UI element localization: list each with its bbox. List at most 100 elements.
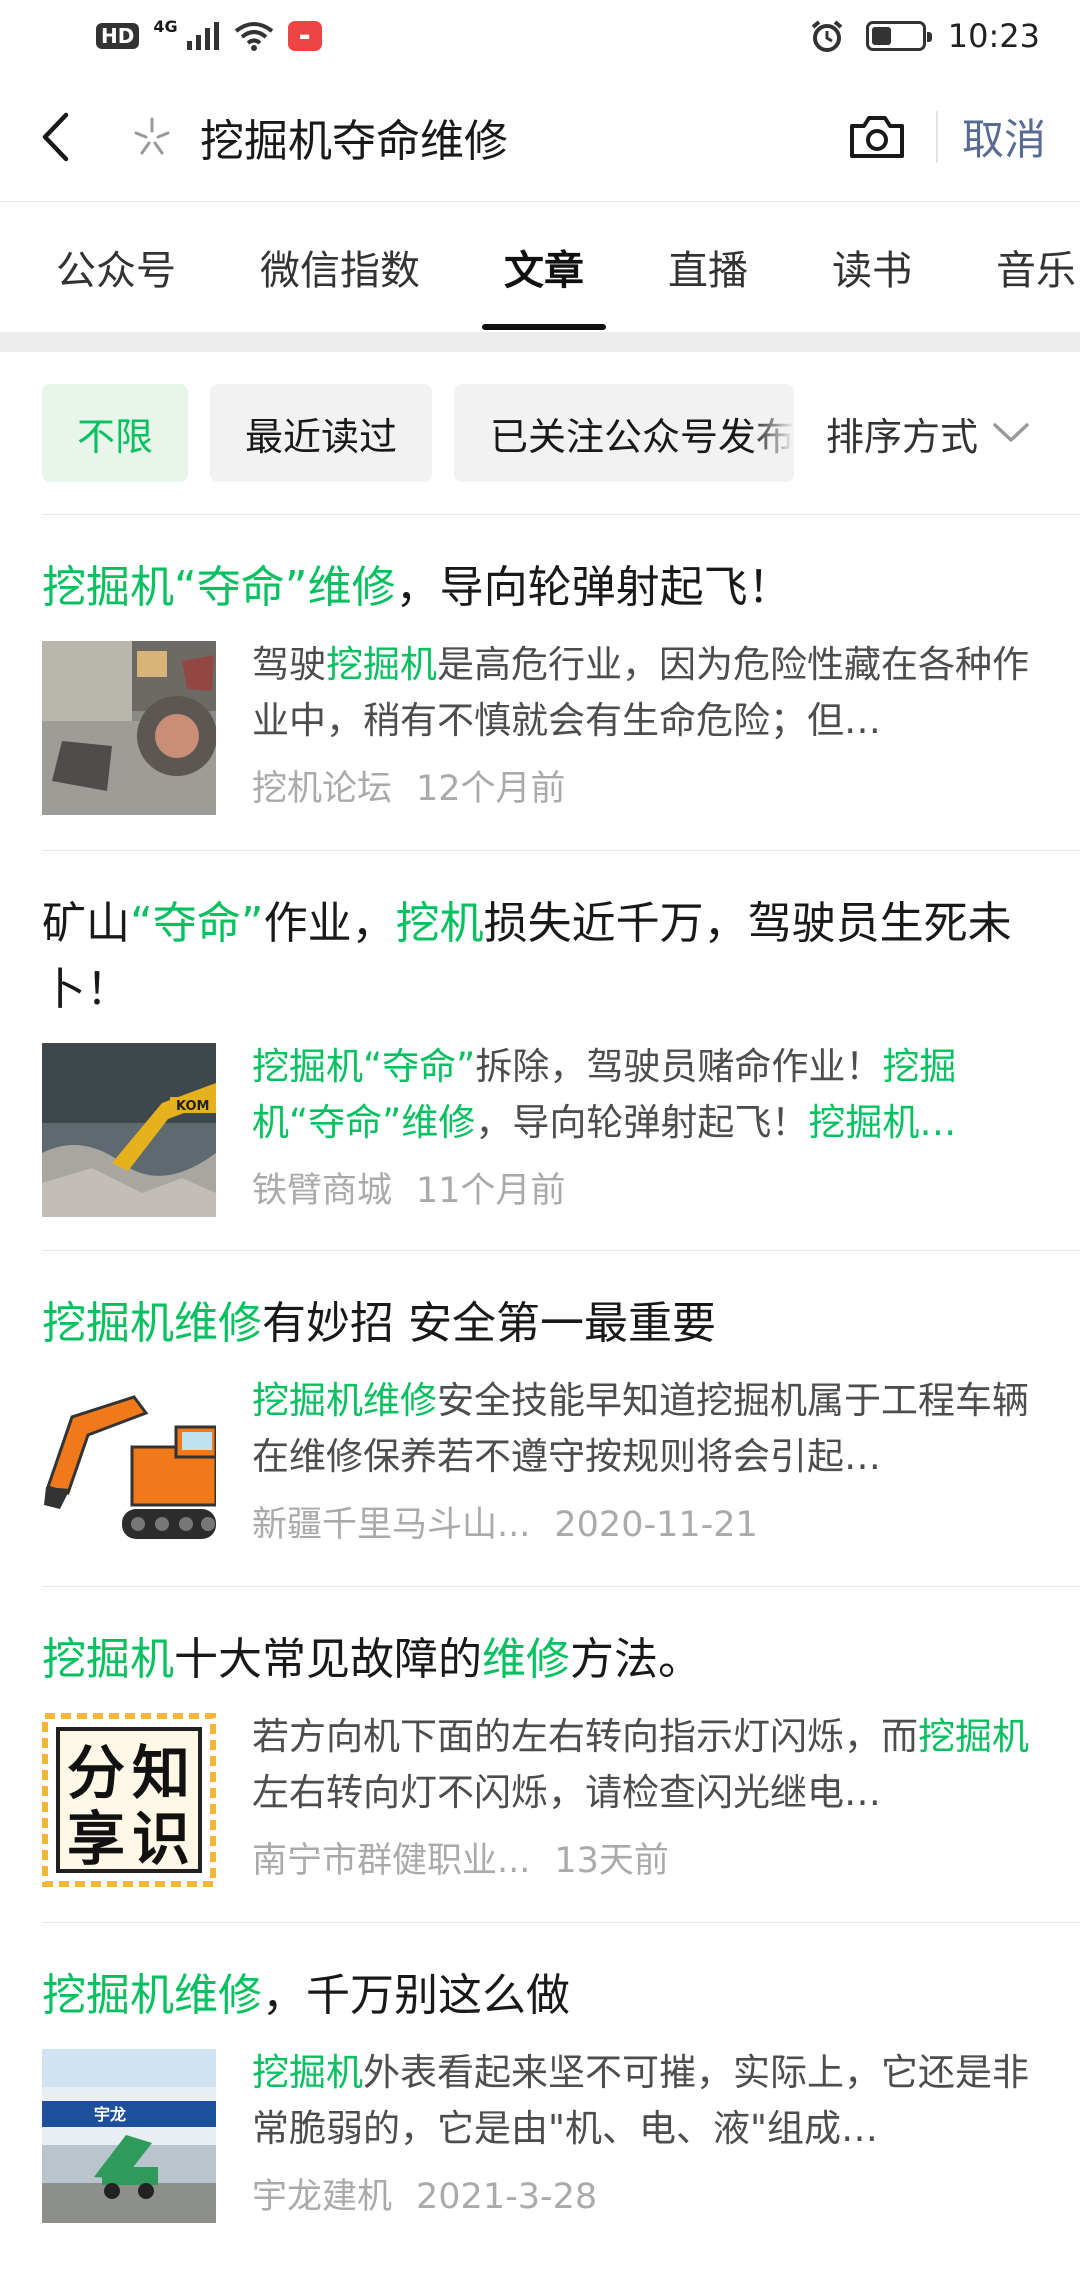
- svg-text:KOM: KOM: [176, 1099, 209, 1114]
- article-thumbnail: [42, 1377, 216, 1551]
- article-meta: 新疆千里马斗山... 2020-11-21: [252, 1503, 1038, 1547]
- title-segment: 维修: [174, 1298, 262, 1349]
- filter-recent-chip[interactable]: 最近读过: [210, 384, 432, 482]
- battery-fill: [871, 27, 891, 45]
- title-segment: “夺命”: [130, 898, 264, 949]
- category-tabs: 公众号 微信指数 文章 直播 读书 音乐: [0, 202, 1080, 332]
- article-time: 13天前: [554, 1841, 669, 1881]
- camera-button[interactable]: [832, 72, 922, 201]
- tab-music[interactable]: 音乐: [996, 202, 1076, 332]
- article-body: 宇龙 挖掘机外表看起来坚不可摧，实际上，它还是非常脆弱的，它是由"机、电、液"组…: [42, 2045, 1038, 2223]
- thumb-char: 宇龙: [94, 2105, 126, 2124]
- article-item[interactable]: 挖掘机“夺命”维修，导向轮弹射起飞！ 驾驶挖掘机是高危行业，因为危险性藏在各种作…: [42, 514, 1080, 850]
- article-body: 分 知 享 识 若方向机下面的左右转向指示灯闪烁，而挖掘机左右转向灯不闪烁，请检…: [42, 1709, 1038, 1887]
- article-meta: 宇龙建机 2021-3-28: [252, 2175, 1038, 2219]
- snippet-segment: 挖掘机: [918, 1715, 1029, 1758]
- tab-books[interactable]: 读书: [832, 202, 912, 332]
- filter-followed-chip[interactable]: 已关注公众号发布: [454, 384, 794, 482]
- snippet-segment: 挖掘机: [326, 643, 437, 686]
- filter-followed-label: 已关注公众号发布: [490, 414, 794, 459]
- article-title: 挖掘机十大常见故障的维修方法。: [42, 1627, 1038, 1693]
- title-segment: 方法。: [570, 1634, 702, 1685]
- sort-dropdown[interactable]: 排序方式: [809, 352, 1030, 514]
- title-segment: 挖机: [395, 898, 484, 949]
- tab-wechat-index[interactable]: 微信指数: [260, 202, 420, 332]
- article-item[interactable]: 挖掘机十大常见故障的维修方法。 分 知 享 识 若方向机下面的左右转向指示灯闪烁…: [42, 1586, 1080, 1922]
- article-thumbnail: KOM: [42, 1043, 216, 1217]
- article-time: 2020-11-21: [554, 1505, 758, 1545]
- machine-wreck-thumbnail: [42, 641, 216, 815]
- thumb-char: 识: [132, 1805, 190, 1873]
- article-item[interactable]: 矿山“夺命”作业，挖机损失近千万，驾驶员生死未卜！ KOM 挖掘机 “夺命” 拆除，…: [42, 850, 1080, 1250]
- snippet-segment: 挖掘机: [252, 1045, 363, 1088]
- article-snippet: 若方向机下面的左右转向指示灯闪烁，而挖掘机左右转向灯不闪烁，请检查闪光继电…: [252, 1709, 1038, 1821]
- search-input[interactable]: 挖掘机夺命维修: [100, 72, 832, 201]
- article-results: 挖掘机“夺命”维修，导向轮弹射起飞！ 驾驶挖掘机是高危行业，因为危险性藏在各种作…: [0, 514, 1080, 2258]
- thumb-char: 分: [67, 1739, 125, 1807]
- tab-articles[interactable]: 文章: [504, 202, 584, 332]
- title-segment: 挖掘机: [42, 1970, 174, 2021]
- thumb-char: 知: [132, 1739, 190, 1807]
- article-thumbnail: 宇龙: [42, 2049, 216, 2223]
- back-button[interactable]: [10, 72, 100, 201]
- article-source: 南宁市群健职业...: [252, 1841, 531, 1881]
- article-text: 挖掘机外表看起来坚不可摧，实际上，它还是非常脆弱的，它是由"机、电、液"组成… …: [252, 2045, 1038, 2223]
- title-segment: 十大常见故障的: [174, 1634, 482, 1685]
- article-text: 挖掘机“夺命”拆除，驾驶员赌命作业！挖掘机“夺命”维修，导向轮弹射起飞！挖掘机……: [252, 1039, 1038, 1217]
- article-item[interactable]: 挖掘机维修有妙招 安全第一最重要 挖掘机维修安全技能早知道挖掘机属于工程车辆在维…: [42, 1250, 1080, 1586]
- article-meta: 挖机论坛 12个月前: [252, 767, 1038, 811]
- search-query: 挖掘机夺命维修: [200, 115, 508, 167]
- network-type: 4G: [153, 16, 178, 36]
- demolition-excavator-thumbnail: KOM: [42, 1043, 216, 1217]
- title-segment: 挖掘机: [42, 1298, 174, 1349]
- title-segment: 维修: [307, 562, 396, 613]
- clock: 10:23: [947, 17, 1040, 55]
- cancel-button[interactable]: 取消: [962, 106, 1046, 167]
- snippet-segment: 驾驶: [252, 643, 326, 686]
- article-source: 新疆千里马斗山...: [252, 1505, 531, 1545]
- article-time: 2021-3-28: [416, 2177, 598, 2217]
- article-item[interactable]: 挖掘机维修，千万别这么做 宇龙 挖掘机外表看起来坚不可摧，实际上，它还是非常脆弱…: [42, 1922, 1080, 2258]
- wifi-icon: [234, 22, 273, 51]
- thumb-char: 享: [67, 1805, 125, 1873]
- orange-excavator-thumbnail: [42, 1377, 216, 1551]
- title-segment: 维修: [174, 1970, 262, 2021]
- header-divider: [935, 110, 938, 163]
- title-segment: 矿山: [42, 898, 130, 949]
- snippet-segment: 拆除，驾驶员赌命作业！: [475, 1045, 883, 1088]
- search-star-icon: [134, 117, 170, 154]
- sort-label: 排序方式: [825, 414, 978, 459]
- filter-bar: 不限 最近读过 已关注公众号发布 排序方式: [0, 352, 1080, 514]
- title-segment: “夺命”: [174, 562, 308, 613]
- share-knowledge-thumbnail: 分 知 享 识: [42, 1713, 216, 1887]
- article-time: 12个月前: [416, 769, 566, 809]
- status-bar: HD 4G ▬ 10:23: [0, 0, 1080, 72]
- tab-label: 文章: [504, 248, 584, 294]
- tab-live[interactable]: 直播: [668, 202, 748, 332]
- section-divider: [0, 332, 1080, 352]
- title-segment: ，千万别这么做: [262, 1970, 570, 2021]
- filter-all-chip[interactable]: 不限: [42, 384, 188, 482]
- snippet-segment: 挖掘机: [252, 1379, 363, 1422]
- article-source: 宇龙建机: [252, 2177, 393, 2217]
- article-time: 11个月前: [416, 1171, 566, 1211]
- hd-icon: HD: [96, 23, 140, 49]
- article-body: 驾驶挖掘机是高危行业，因为危险性藏在各种作业中，稍有不慎就会有生命危险；但… 挖…: [42, 637, 1038, 815]
- snippet-segment: 维修: [401, 1101, 476, 1144]
- tab-label: 音乐: [996, 248, 1076, 294]
- title-segment: 维修: [482, 1634, 570, 1685]
- tab-label: 公众号: [56, 248, 176, 294]
- camera-icon: [849, 115, 904, 158]
- tab-label: 微信指数: [260, 248, 420, 294]
- battery-icon: [865, 21, 932, 51]
- tab-official-accounts[interactable]: 公众号: [56, 202, 176, 332]
- title-segment: 挖掘机: [42, 562, 174, 613]
- article-snippet: 驾驶挖掘机是高危行业，因为危险性藏在各种作业中，稍有不慎就会有生命危险；但…: [252, 637, 1038, 749]
- article-title: 矿山“夺命”作业，挖机损失近千万，驾驶员生死未卜！: [42, 891, 1038, 1023]
- search-header: 挖掘机夺命维修 取消: [0, 72, 1080, 202]
- article-text: 若方向机下面的左右转向指示灯闪烁，而挖掘机左右转向灯不闪烁，请检查闪光继电… 南…: [252, 1709, 1038, 1887]
- article-snippet: 挖掘机外表看起来坚不可摧，实际上，它还是非常脆弱的，它是由"机、电、液"组成…: [252, 2045, 1038, 2157]
- tab-label: 读书: [832, 248, 912, 294]
- snippet-segment: 左右转向灯不闪烁，请检查闪光继电…: [252, 1771, 881, 1814]
- title-segment: 作业，: [263, 898, 396, 949]
